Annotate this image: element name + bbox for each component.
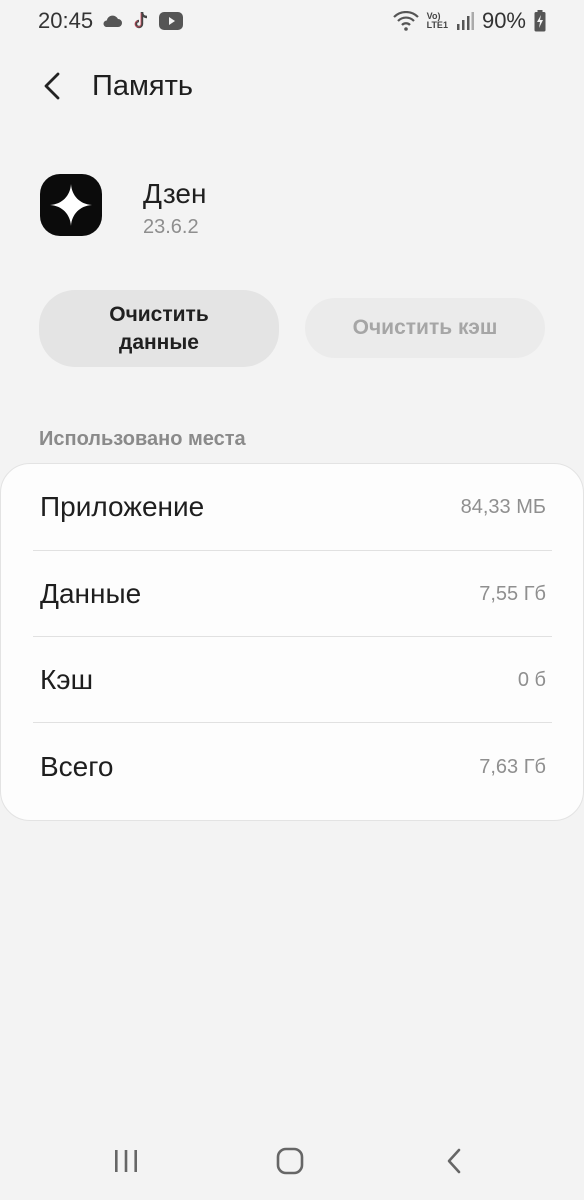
storage-row-data: Данные 7,55 Гб: [33, 551, 552, 637]
storage-usage-card: Приложение 84,33 МБ Данные 7,55 Гб Кэш 0…: [0, 463, 584, 821]
storage-row-app: Приложение 84,33 МБ: [33, 464, 552, 550]
battery-percent: 90%: [481, 8, 526, 33]
app-name: Дзен: [143, 178, 207, 209]
clear-cache-button[interactable]: Очистить кэш: [305, 298, 545, 358]
row-label: Кэш: [40, 664, 94, 695]
clear-data-label-line1: Очистить: [109, 302, 209, 326]
row-value: 7,55 Гб: [479, 582, 546, 605]
system-nav-bar: [0, 1122, 584, 1200]
signal-icon: [456, 12, 474, 30]
row-label: Всего: [40, 751, 114, 782]
row-label: Данные: [40, 578, 142, 609]
tiktok-icon: [131, 10, 151, 32]
app-version: 23.6.2: [143, 216, 199, 238]
row-value: 7,63 Гб: [479, 755, 546, 778]
home-button[interactable]: [268, 1142, 312, 1180]
storage-row-total: Всего 7,63 Гб: [33, 724, 552, 810]
status-bar: 20:45 Vo) LTE1 90%: [0, 0, 584, 42]
clear-data-label-line2: данные: [118, 330, 199, 354]
dzen-star-icon: [40, 174, 102, 236]
network-type-label: Vo) LTE1: [426, 11, 448, 30]
nav-back-button[interactable]: [432, 1142, 476, 1180]
recents-button[interactable]: [104, 1142, 148, 1180]
divider: [33, 722, 552, 723]
chevron-left-icon: [44, 72, 60, 100]
youtube-icon: [159, 12, 184, 30]
cloud-icon: [101, 14, 123, 28]
back-icon: [447, 1148, 461, 1174]
row-value: 0 б: [517, 668, 546, 691]
status-time: 20:45: [38, 8, 94, 33]
row-label: Приложение: [40, 491, 205, 522]
recents-icon: [115, 1150, 137, 1172]
home-icon: [276, 1147, 304, 1175]
storage-row-cache: Кэш 0 б: [33, 637, 552, 723]
page-title: Память: [92, 70, 194, 102]
clear-cache-label: Очистить кэш: [352, 316, 498, 339]
storage-section-title: Использовано места: [39, 428, 246, 450]
battery-charging-icon: [534, 10, 546, 32]
back-button[interactable]: [36, 70, 68, 102]
app-bar: Память: [0, 60, 584, 112]
app-info: Дзен 23.6.2: [0, 172, 584, 242]
clear-data-button[interactable]: Очистить данные: [39, 290, 279, 367]
wifi-icon: [392, 11, 419, 31]
row-value: 84,33 МБ: [460, 495, 546, 518]
